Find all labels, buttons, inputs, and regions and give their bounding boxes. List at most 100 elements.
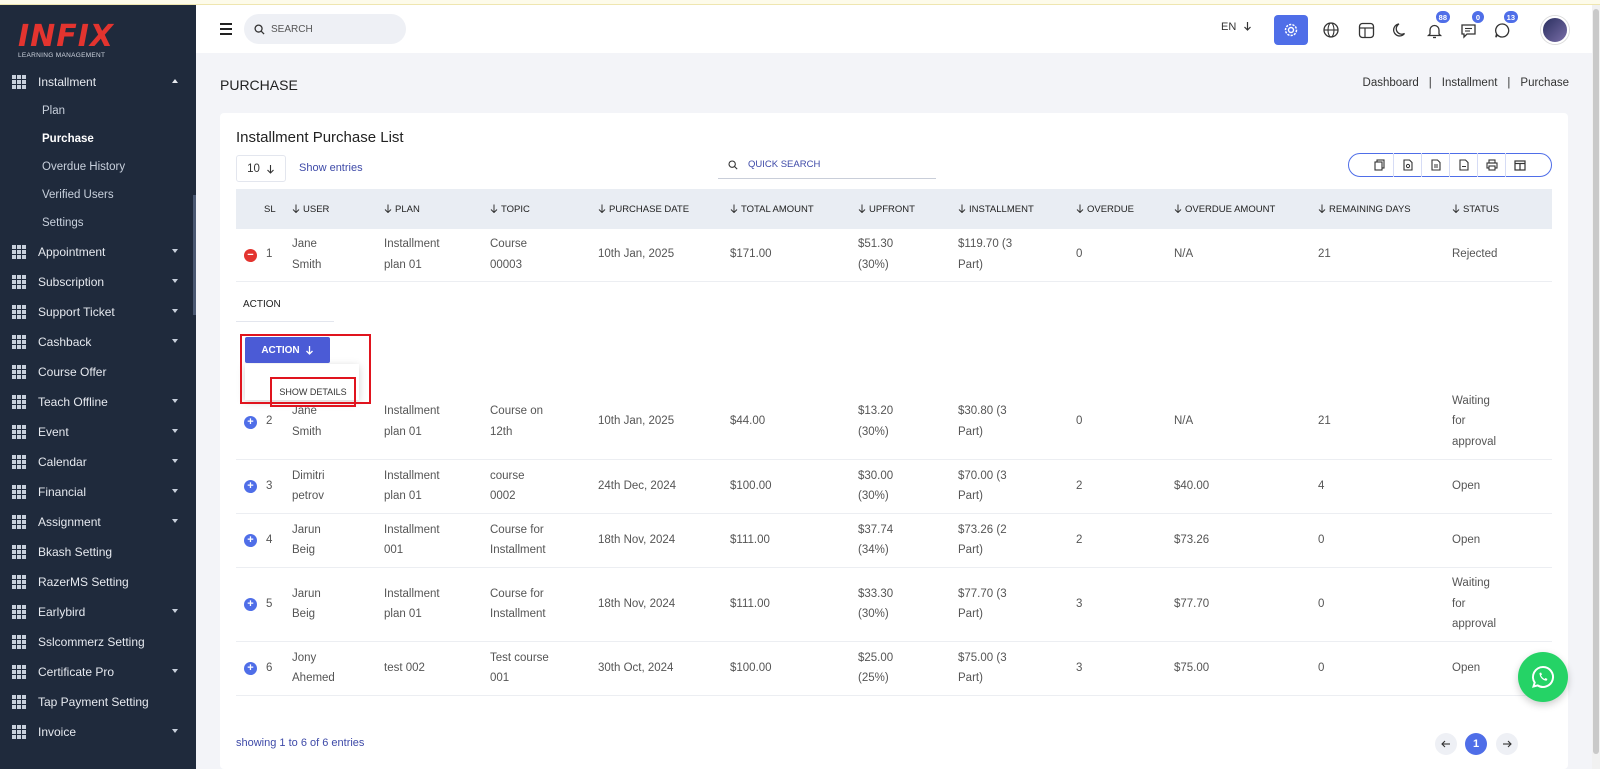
quick-search[interactable] xyxy=(718,151,936,179)
layout-icon xyxy=(1358,22,1374,38)
globe-button[interactable] xyxy=(1314,15,1348,45)
cell-line: $75.00 (3 xyxy=(958,651,1007,664)
chevron-down-icon xyxy=(172,399,178,403)
grid-icon xyxy=(12,515,26,529)
breadcrumb-installment[interactable]: Installment xyxy=(1442,77,1498,89)
csv-button[interactable] xyxy=(1394,153,1422,177)
sidebar-item-label: Teach Offline xyxy=(38,395,108,409)
columns-button[interactable] xyxy=(1506,153,1534,177)
sidebar-item-tap-payment-setting[interactable]: Tap Payment Setting xyxy=(0,687,196,717)
brand-logo[interactable]: INFIX LEARNING MANAGEMENT xyxy=(0,5,196,67)
sidebar-item-label: Tap Payment Setting xyxy=(38,695,149,709)
print-button[interactable] xyxy=(1478,153,1506,177)
sidebar-subitem-purchase[interactable]: Purchase xyxy=(0,125,196,153)
avatar[interactable] xyxy=(1541,16,1569,44)
cell-sl: 4 xyxy=(266,533,273,546)
chat-button[interactable]: 13 xyxy=(1485,10,1519,45)
cell-overdue-amount: N/A xyxy=(1174,415,1194,428)
prev-page-button[interactable] xyxy=(1435,733,1457,755)
column-header[interactable]: PURCHASE DATE xyxy=(598,204,689,215)
sidebar-subitem-settings[interactable]: Settings xyxy=(0,209,196,237)
highlight-box xyxy=(240,334,371,404)
cell-installment: $77.70 (3 Part) xyxy=(958,584,1007,625)
settings-button[interactable] xyxy=(1274,15,1308,45)
layout-button[interactable] xyxy=(1349,15,1383,45)
column-header[interactable]: TOPIC xyxy=(490,204,530,215)
column-header[interactable]: OVERDUE xyxy=(1076,204,1134,215)
cell-line: Jarun xyxy=(292,587,321,600)
breadcrumb-dashboard[interactable]: Dashboard xyxy=(1363,77,1419,89)
sidebar-item-subscription[interactable]: Subscription xyxy=(0,267,196,297)
sort-arrow-icon xyxy=(730,204,738,214)
expand-row-icon[interactable]: + xyxy=(244,534,257,547)
cell-date: 18th Nov, 2024 xyxy=(598,597,676,610)
sidebar-item-label: Bkash Setting xyxy=(38,545,113,559)
sidebar-item-event[interactable]: Event xyxy=(0,417,196,447)
column-header[interactable]: STATUS xyxy=(1452,204,1499,215)
sidebar-item-installment[interactable]: Installment xyxy=(0,67,196,97)
expand-row-icon[interactable]: + xyxy=(244,480,257,493)
sidebar-subitem-overdue-history[interactable]: Overdue History xyxy=(0,153,196,181)
expand-row-icon[interactable]: + xyxy=(244,662,257,675)
cell-line: $30.00 xyxy=(858,469,894,482)
messages-button[interactable]: 0 xyxy=(1451,10,1485,45)
grid-icon xyxy=(12,395,26,409)
column-header[interactable]: PLAN xyxy=(384,204,420,215)
dark-mode-toggle[interactable] xyxy=(1383,15,1417,45)
sidebar-item-certificate-pro[interactable]: Certificate Pro xyxy=(0,657,196,687)
sidebar-item-calendar[interactable]: Calendar xyxy=(0,447,196,477)
language-selector[interactable]: EN xyxy=(1221,21,1252,33)
sidebar-item-financial[interactable]: Financial xyxy=(0,477,196,507)
sidebar-item-bkash-setting[interactable]: Bkash Setting xyxy=(0,537,196,567)
cell-status: Waiting for approval xyxy=(1452,573,1496,635)
expand-row-icon[interactable]: + xyxy=(244,415,257,429)
page-scrollbar[interactable] xyxy=(1592,5,1600,769)
column-header[interactable]: OVERDUE AMOUNT xyxy=(1174,204,1275,215)
sidebar-item-teach-offline[interactable]: Teach Offline xyxy=(0,387,196,417)
cell-line: approval xyxy=(1452,435,1497,448)
sidebar-item-razerms-setting[interactable]: RazerMS Setting xyxy=(0,567,196,597)
cell-line: Waiting xyxy=(1452,394,1490,407)
page-1-button[interactable]: 1 xyxy=(1465,733,1487,755)
cell-overdue: 0 xyxy=(1076,248,1083,261)
sidebar-item-invoice[interactable]: Invoice xyxy=(0,717,196,747)
sidebar-item-assignment[interactable]: Assignment xyxy=(0,507,196,537)
cell-line: 001 xyxy=(384,544,404,556)
whatsapp-chat-button[interactable] xyxy=(1518,652,1568,702)
grid-icon xyxy=(12,485,26,499)
menu-icon[interactable] xyxy=(220,23,232,38)
sidebar-item-appointment[interactable]: Appointment xyxy=(0,237,196,267)
sidebar-item-cashback[interactable]: Cashback xyxy=(0,327,196,357)
excel-button[interactable] xyxy=(1422,153,1450,177)
cell-overdue-amount: $77.70 xyxy=(1174,597,1210,610)
collapse-row-icon[interactable]: − xyxy=(244,248,257,262)
table-row: +3 Dimitri petrov Installment plan 01 course 0… xyxy=(236,460,1552,514)
sidebar-item-course-offer[interactable]: Course Offer xyxy=(0,357,196,387)
column-header[interactable]: TOTAL AMOUNT xyxy=(730,204,814,215)
search-input[interactable] xyxy=(271,23,391,35)
sidebar-item-sslcommerz-setting[interactable]: Sslcommerz Setting xyxy=(0,627,196,657)
cell-line: Open xyxy=(1452,479,1481,492)
pdf-button[interactable] xyxy=(1450,153,1478,177)
column-header[interactable]: USER xyxy=(292,204,329,215)
quick-search-input[interactable] xyxy=(748,159,918,170)
column-header-label: TOPIC xyxy=(501,204,530,215)
column-header[interactable]: UPFRONT xyxy=(858,204,915,215)
sidebar-item-earlybird[interactable]: Earlybird xyxy=(0,597,196,627)
global-search[interactable] xyxy=(244,14,406,44)
cell-overdue-amount: $40.00 xyxy=(1174,479,1210,492)
sidebar-item-support-ticket[interactable]: Support Ticket xyxy=(0,297,196,327)
column-header[interactable]: SL xyxy=(264,204,276,215)
sidebar-subitem-verified-users[interactable]: Verified Users xyxy=(0,181,196,209)
next-page-button[interactable] xyxy=(1496,733,1518,755)
grid-icon xyxy=(12,455,26,469)
column-header[interactable]: INSTALLMENT xyxy=(958,204,1034,215)
entries-select[interactable]: 10 xyxy=(236,155,286,182)
sidebar-scrollbar[interactable] xyxy=(193,195,196,315)
copy-button[interactable] xyxy=(1366,153,1394,177)
chevron-up-icon xyxy=(172,79,178,83)
sidebar-subitem-plan[interactable]: Plan xyxy=(0,97,196,125)
column-header[interactable]: REMAINING DAYS xyxy=(1318,204,1411,215)
notifications-button[interactable]: 88 xyxy=(1417,10,1451,45)
expand-row-icon[interactable]: + xyxy=(244,598,257,611)
